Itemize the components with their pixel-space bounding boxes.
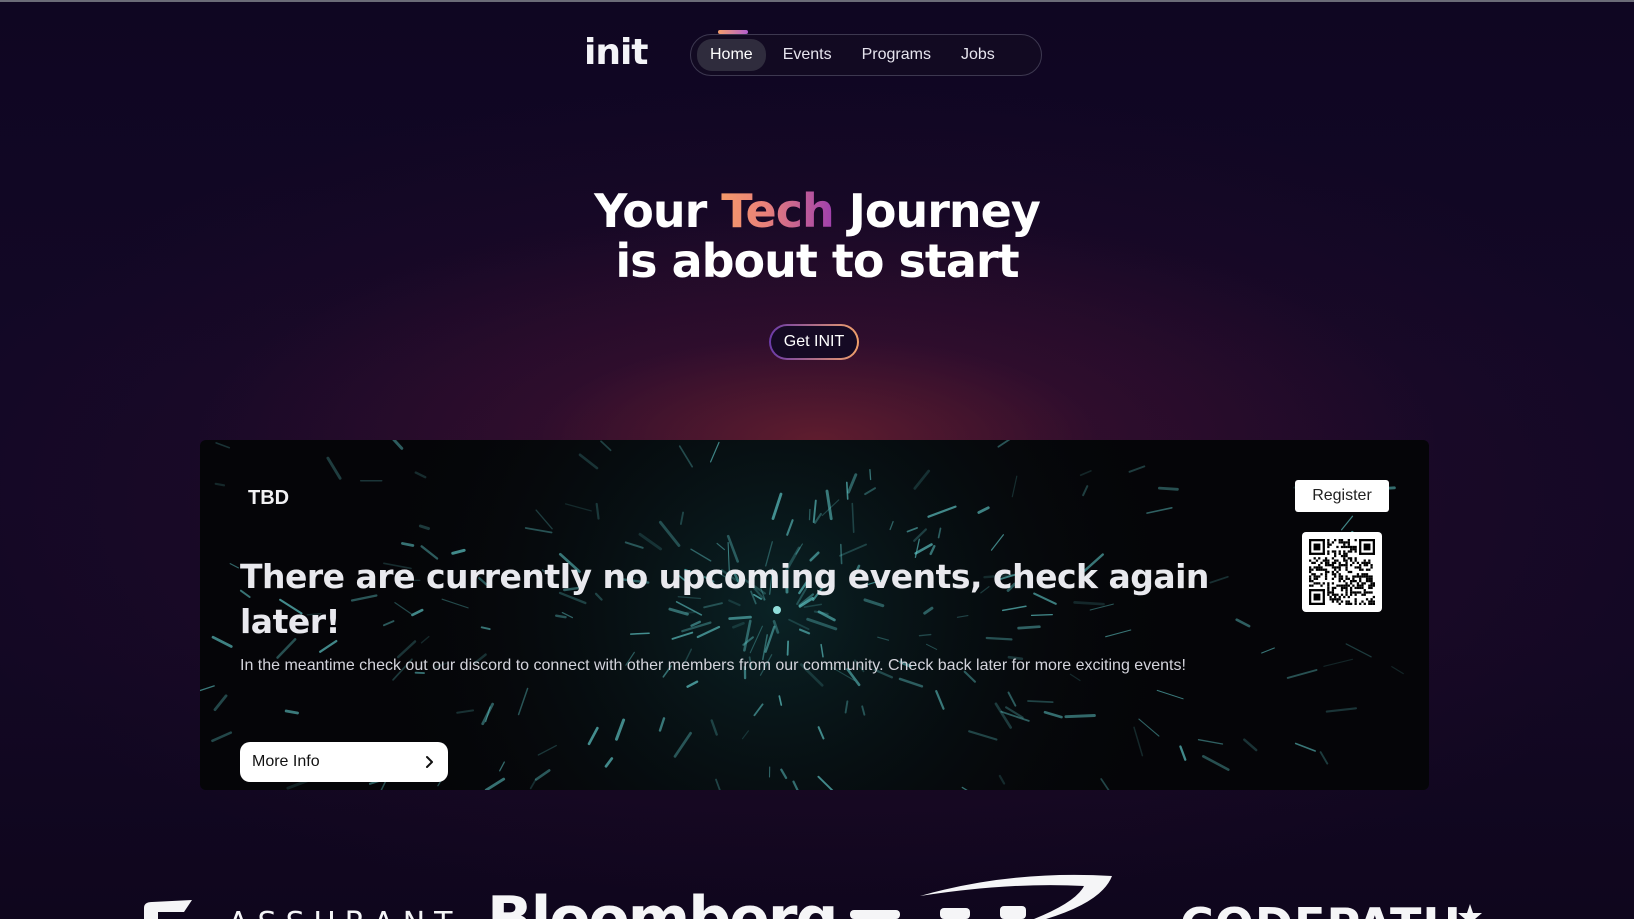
nav-item-events[interactable]: Events (770, 39, 845, 71)
nav-item-programs[interactable]: Programs (849, 39, 944, 71)
top-border (0, 0, 1634, 2)
nav-item-jobs[interactable]: Jobs (948, 39, 1008, 71)
event-headline: There are currently no upcoming events, … (240, 557, 1209, 641)
more-info-button[interactable]: More Info (240, 742, 448, 782)
get-init-label: Get INIT (771, 326, 857, 358)
event-date: TBD (248, 487, 290, 509)
nav-item-home[interactable]: Home (697, 39, 766, 71)
page: init Home Events Programs Jobs Your Tech… (0, 0, 1634, 919)
sponsors-strip: ASSURANT Bloomberg CODEPATH (0, 862, 1634, 919)
qr-code-graphic (1309, 539, 1375, 605)
event-card: TBD There are currently no upcoming even… (200, 440, 1429, 790)
get-init-button[interactable]: Get INIT (769, 324, 859, 360)
hero-title-highlight: Tech (721, 184, 834, 238)
hero-title-line2: is about to start (615, 234, 1019, 288)
event-card-content: TBD There are currently no upcoming even… (200, 440, 1429, 790)
hero-title-suffix: Journey (833, 184, 1041, 238)
main-nav: Home Events Programs Jobs (690, 34, 1042, 76)
logo[interactable]: init (584, 32, 649, 73)
hero-title: Your Tech Journey is about to start (0, 186, 1634, 286)
event-description: In the meantime check out our discord to… (240, 657, 1186, 674)
codepath-star-icon (1458, 904, 1482, 919)
qr-code-icon[interactable] (1302, 532, 1382, 612)
sponsor-codepath[interactable]: CODEPATH (1180, 898, 1462, 919)
register-button[interactable]: Register (1295, 480, 1389, 512)
sponsor-swoosh-logo-icon[interactable] (850, 872, 1120, 919)
sponsor-bloomberg[interactable]: Bloomberg (487, 884, 838, 919)
sponsor-assurant[interactable]: ASSURANT (228, 906, 461, 919)
hero-title-prefix: Your (594, 184, 722, 238)
more-info-label: More Info (252, 753, 320, 770)
assurant-logo-icon (144, 900, 192, 919)
chevron-right-icon (426, 756, 433, 768)
